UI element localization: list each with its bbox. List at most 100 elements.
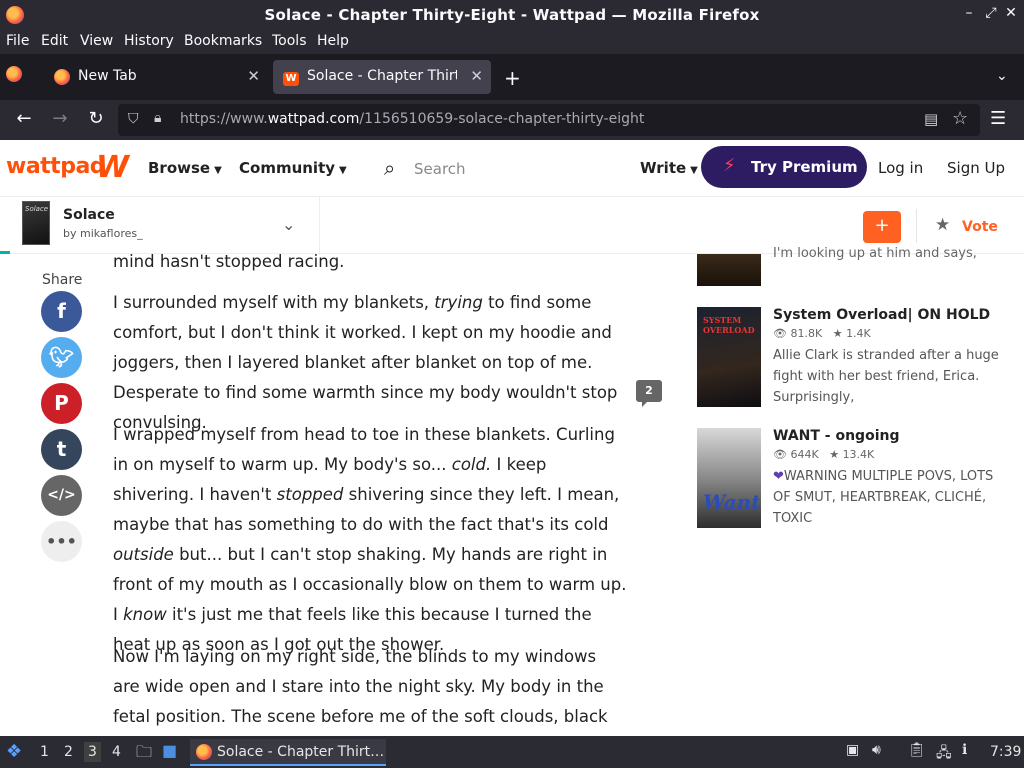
caret-down-icon: ▼: [339, 165, 347, 176]
facebook-share-icon[interactable]: f: [41, 291, 82, 332]
tab-label: New Tab: [78, 68, 137, 84]
firefox-view-icon[interactable]: [6, 66, 28, 88]
try-premium-button[interactable]: ⚡︎ Try Premium: [701, 146, 867, 188]
recommendation-item[interactable]: SYSTEM OVERLOAD System Overload| ON HOLD…: [697, 307, 1017, 409]
chevron-down-icon[interactable]: ⌄: [996, 68, 1008, 84]
eye-icon: 👁︎: [773, 448, 787, 461]
recommendation-stats: 👁︎ 81.8K ★ 1.4K: [773, 327, 871, 340]
reading-progress-bar: [0, 251, 10, 254]
wattpad-w-logo-icon[interactable]: W: [96, 150, 129, 185]
menu-edit[interactable]: Edit: [41, 33, 68, 49]
search-input[interactable]: [414, 158, 614, 180]
recommendation-cover[interactable]: [697, 254, 761, 286]
bookmark-star-icon[interactable]: ☆: [952, 108, 968, 129]
start-menu-icon[interactable]: ❖: [6, 741, 22, 762]
close-window-icon[interactable]: ✕: [1004, 5, 1018, 21]
close-tab-icon[interactable]: ✕: [470, 67, 483, 85]
twitter-share-icon[interactable]: 🐦︎: [41, 337, 82, 378]
reload-icon[interactable]: ↻: [84, 108, 108, 129]
taskbar-task-firefox[interactable]: Solace - Chapter Thirt…: [190, 739, 386, 766]
minimize-icon[interactable]: –: [962, 5, 976, 21]
caret-down-icon: ▼: [214, 165, 222, 176]
recommendation-title[interactable]: WANT - ongoing: [773, 428, 900, 444]
star-icon[interactable]: ★: [935, 215, 950, 235]
network-icon[interactable]: 🖧: [936, 742, 952, 766]
firefox-icon: [196, 744, 212, 760]
wattpad-logo[interactable]: wattpad: [6, 154, 106, 179]
pinterest-share-icon[interactable]: P: [41, 383, 82, 424]
eye-icon: 👁︎: [773, 327, 787, 340]
recommendation-description: ❤︎WARNING MULTIPLE POVS, LOTS OF SMUT, H…: [773, 469, 994, 526]
storage-icon[interactable]: ▣: [846, 742, 859, 758]
recommendation-item[interactable]: Want WANT - ongoing 👁︎ 644K ★ 13.4K ❤︎WA…: [697, 428, 1017, 530]
story-cover[interactable]: Solace: [22, 201, 50, 245]
browse-menu[interactable]: Browse ▼: [148, 159, 222, 177]
recommendation-cover[interactable]: Want: [697, 428, 761, 528]
more-options-icon[interactable]: •••: [41, 521, 82, 562]
caret-down-icon: ▼: [690, 165, 698, 176]
menu-file[interactable]: File: [6, 33, 29, 49]
recommendation-stats: 👁︎ 644K ★ 13.4K: [773, 448, 875, 461]
volume-icon[interactable]: 🔊︎: [872, 742, 881, 758]
notification-icon[interactable]: ℹ: [962, 742, 967, 758]
menu-bookmarks[interactable]: Bookmarks: [184, 33, 262, 49]
tumblr-share-icon[interactable]: t: [41, 429, 82, 470]
url-bar[interactable]: ⛉ 🔒︎ https://www.wattpad.com/1156510659-…: [118, 104, 980, 136]
tab-solace[interactable]: W Solace - Chapter Thirty-E ✕: [273, 60, 491, 94]
navigation-bar: ← → ↻ ⛉ 🔒︎ https://www.wattpad.com/11565…: [0, 100, 1024, 140]
community-menu[interactable]: Community ▼: [239, 159, 347, 177]
tab-bar: New Tab ✕ W Solace - Chapter Thirty-E ✕ …: [0, 54, 1024, 100]
window-titlebar: Solace - Chapter Thirty-Eight - Wattpad …: [0, 0, 1024, 30]
lock-icon[interactable]: 🔒︎: [154, 110, 161, 126]
login-link[interactable]: Log in: [878, 159, 923, 177]
menu-bar: File Edit View History Bookmarks Tools H…: [0, 30, 1024, 54]
system-taskbar: ❖ 1 2 3 4 🗀︎ ■ Solace - Chapter Thirt… ▣…: [0, 736, 1024, 768]
divider: [916, 209, 917, 243]
star-icon: ★: [829, 448, 840, 461]
workspace-3[interactable]: 3: [84, 742, 101, 762]
menu-view[interactable]: View: [80, 33, 113, 49]
search-icon[interactable]: ⌕: [384, 156, 395, 180]
firefox-tab-icon: [54, 69, 70, 89]
tab-label: Solace - Chapter Thirty-E: [307, 68, 457, 84]
tab-new-tab[interactable]: New Tab ✕: [44, 60, 268, 94]
back-arrow-icon[interactable]: ←: [12, 108, 36, 129]
paragraph: I wrapped myself from head to toe in the…: [113, 425, 627, 654]
forward-arrow-icon[interactable]: →: [48, 108, 72, 129]
url-text[interactable]: https://www.wattpad.com/1156510659-solac…: [180, 111, 644, 127]
write-menu[interactable]: Write ▼: [640, 159, 698, 177]
wattpad-tab-icon: W: [283, 69, 299, 86]
heart-icon: ❤︎: [773, 469, 784, 484]
lightning-icon: ⚡︎: [723, 155, 736, 176]
hamburger-menu-icon[interactable]: ☰: [990, 108, 1006, 129]
paragraph: I surrounded myself with my blankets, tr…: [113, 293, 618, 432]
menu-history[interactable]: History: [124, 33, 174, 49]
close-tab-icon[interactable]: ✕: [247, 67, 260, 85]
recommendation-description: Allie Clark is stranded after a huge fig…: [773, 348, 999, 405]
file-manager-icon[interactable]: 🗀︎: [136, 741, 152, 768]
workspace-4[interactable]: 4: [112, 744, 121, 760]
story-title[interactable]: Solace: [63, 207, 115, 223]
workspace-1[interactable]: 1: [40, 744, 49, 760]
embed-code-icon[interactable]: </>: [41, 475, 82, 516]
clipboard-icon[interactable]: 📋︎: [908, 742, 926, 758]
shield-icon[interactable]: ⛉: [128, 111, 139, 127]
wattpad-header: wattpad W Browse▼ Community▼ ⌕ Write▼ ⚡︎…: [0, 140, 1024, 196]
chevron-down-icon[interactable]: ⌄: [282, 215, 295, 234]
workspace-2[interactable]: 2: [64, 744, 73, 760]
clock: 7:39: [990, 744, 1022, 760]
menu-help[interactable]: Help: [317, 33, 349, 49]
new-tab-plus-icon[interactable]: +: [504, 66, 521, 90]
restore-icon[interactable]: ⤢: [984, 5, 998, 21]
vote-button[interactable]: Vote: [962, 219, 998, 235]
story-author[interactable]: by mikaflores_: [63, 227, 143, 240]
menu-tools[interactable]: Tools: [272, 33, 307, 49]
signup-link[interactable]: Sign Up: [947, 159, 1005, 177]
recommendation-cover[interactable]: SYSTEM OVERLOAD: [697, 307, 761, 407]
recommendation-title[interactable]: System Overload| ON HOLD: [773, 307, 990, 323]
add-to-library-button[interactable]: +: [863, 211, 901, 243]
share-label: Share: [42, 272, 83, 288]
desktop-icon[interactable]: ■: [162, 741, 177, 760]
reader-view-icon[interactable]: ▤: [924, 110, 938, 128]
inline-comment-badge[interactable]: 2: [636, 380, 662, 407]
